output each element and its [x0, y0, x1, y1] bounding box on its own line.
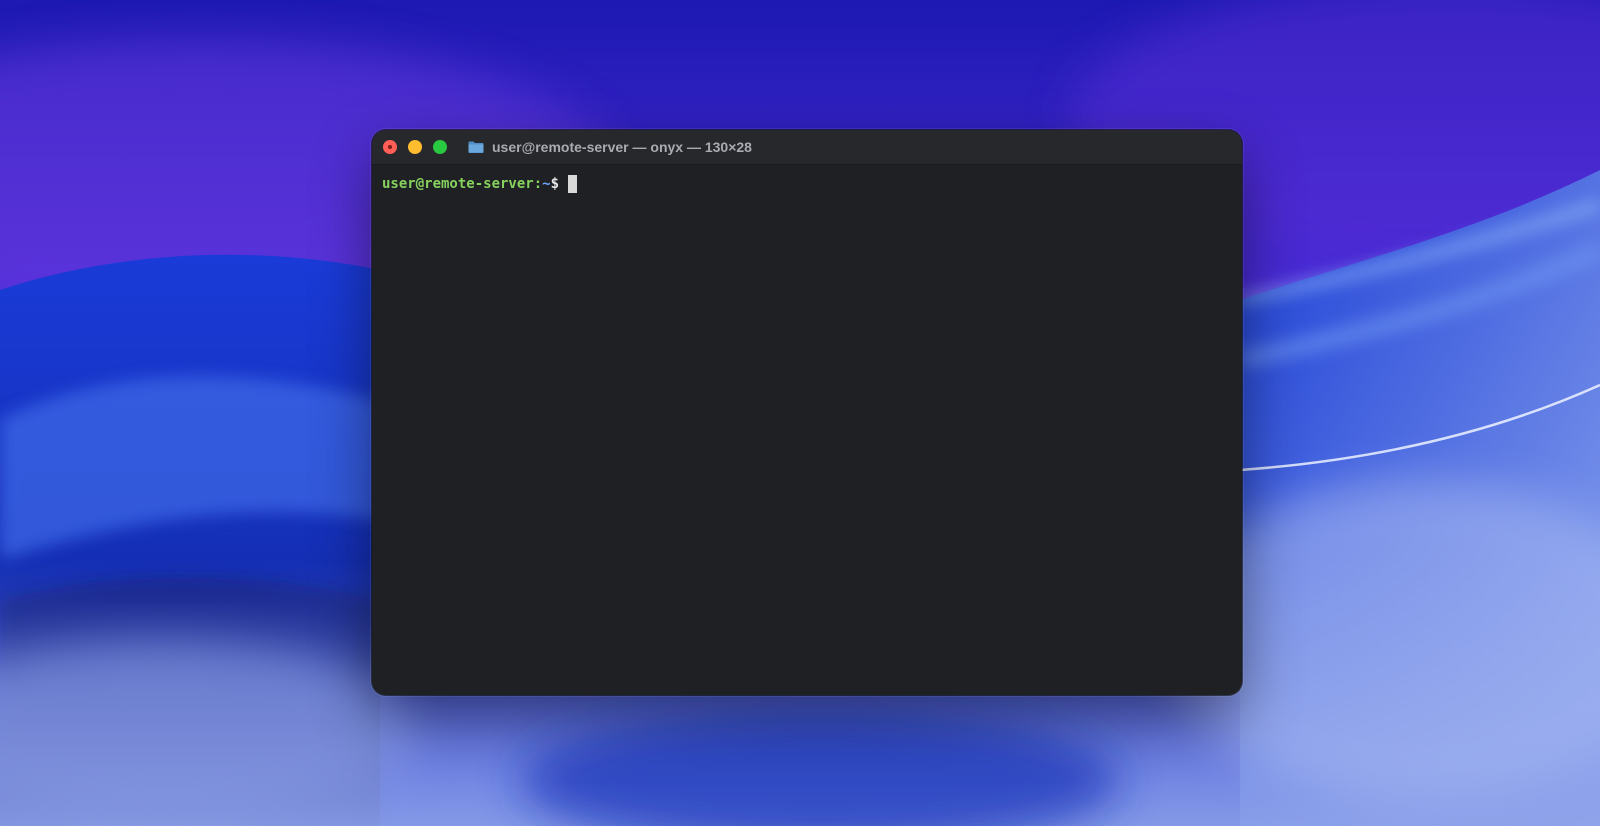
title-bar[interactable]: user@remote-server — onyx — 130×28: [372, 130, 1242, 165]
terminal-output[interactable]: user@remote-server: ~ $: [372, 165, 1242, 695]
window-title: user@remote-server — onyx — 130×28: [468, 130, 752, 164]
close-icon: [388, 145, 392, 149]
terminal-window[interactable]: user@remote-server — onyx — 130×28 user@…: [372, 130, 1242, 695]
prompt-user-host: user@remote-server: [382, 176, 534, 192]
window-title-text: user@remote-server — onyx — 130×28: [492, 139, 752, 155]
text-cursor: [568, 175, 578, 193]
prompt-path: ~: [542, 176, 551, 192]
minimize-button[interactable]: [408, 140, 422, 154]
prompt-symbol: $: [550, 176, 560, 192]
zoom-button[interactable]: [433, 140, 447, 154]
prompt-separator: :: [533, 176, 543, 192]
prompt-line: user@remote-server: ~ $: [382, 174, 1232, 194]
close-button[interactable]: [383, 140, 397, 154]
folder-icon: [468, 141, 484, 153]
